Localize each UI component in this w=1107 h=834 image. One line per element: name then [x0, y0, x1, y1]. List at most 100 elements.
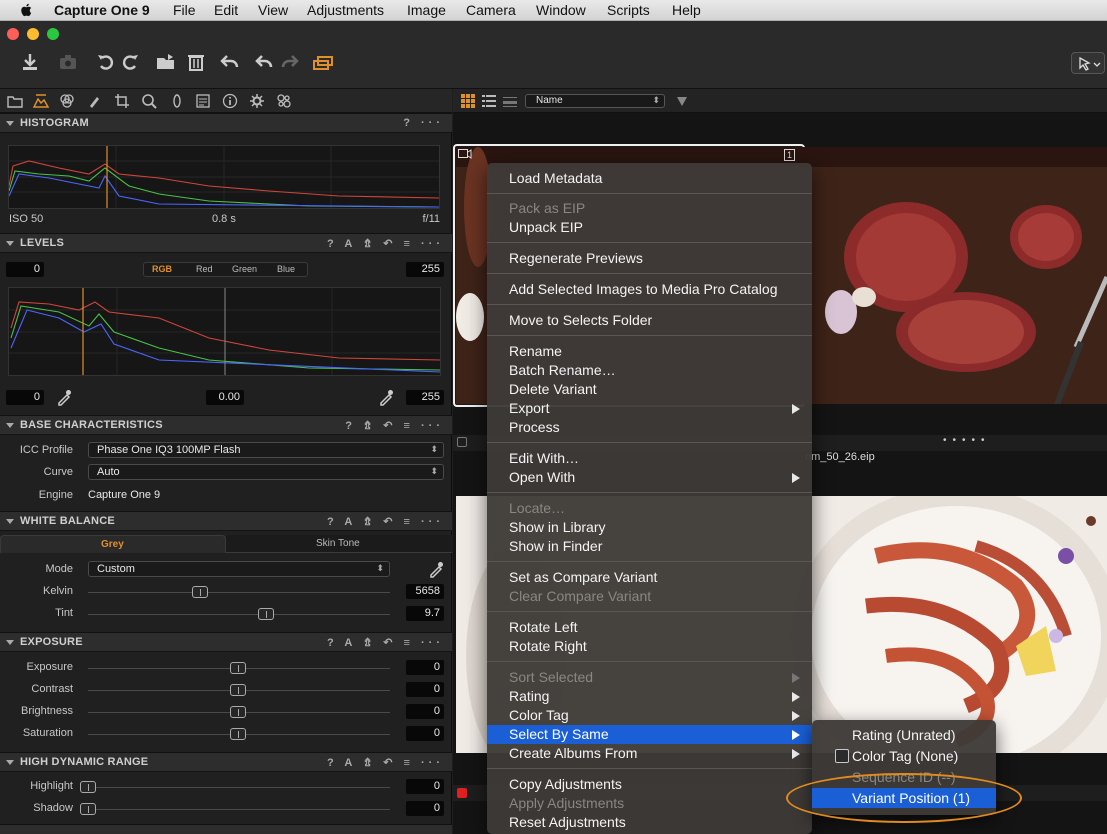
menu-item-export[interactable]: Export — [487, 399, 812, 418]
channel-red[interactable]: Red — [196, 264, 213, 274]
wb-mode-select[interactable]: Custom ⬍ — [88, 561, 390, 577]
grid-view-icon[interactable] — [461, 94, 475, 108]
tint-slider-knob[interactable] — [258, 608, 275, 620]
collapse-triangle-icon[interactable] — [6, 519, 14, 524]
levels-channel-selector[interactable]: RGB Red Green Blue — [143, 262, 308, 277]
shadow-slider[interactable] — [80, 803, 390, 815]
menu-adjustments[interactable]: Adjustments — [307, 2, 384, 18]
move-to-folder-icon[interactable] — [155, 52, 177, 72]
menu-item-color-tag[interactable]: Color Tag — [487, 706, 812, 725]
levels-graph[interactable] — [8, 287, 441, 376]
collapse-triangle-icon[interactable] — [6, 241, 14, 246]
menu-item-move-to-selects[interactable]: Move to Selects Folder — [487, 311, 812, 330]
exposure-tool-icons[interactable]: ? A ⇯ ↶ ≡ ··· — [327, 636, 444, 649]
hdr-header[interactable]: HIGH DYNAMIC RANGE ? A ⇯ ↶ ≡ ··· — [0, 752, 452, 772]
tint-slider[interactable] — [88, 608, 390, 620]
import-icon[interactable] — [19, 52, 41, 72]
saturation-slider[interactable] — [88, 728, 390, 740]
menu-item-create-albums[interactable]: Create Albums From — [487, 744, 812, 763]
metadata-tab-icon[interactable] — [195, 93, 211, 109]
tab-skin-tone[interactable]: Skin Tone — [226, 535, 452, 553]
menu-item-show-in-library[interactable]: Show in Library — [487, 518, 812, 537]
contrast-slider-knob[interactable] — [230, 684, 246, 696]
menu-file[interactable]: File — [173, 2, 196, 18]
menu-item-set-compare[interactable]: Set as Compare Variant — [487, 568, 812, 587]
filmstrip-view-icon[interactable] — [503, 94, 517, 108]
exposure-value[interactable]: 0 — [406, 660, 444, 675]
collapse-triangle-icon[interactable] — [6, 423, 14, 428]
rotate-left-icon[interactable] — [95, 52, 117, 72]
levels-output-low[interactable]: 0 — [6, 390, 44, 405]
select-checkbox[interactable] — [457, 437, 467, 447]
list-view-icon[interactable] — [482, 94, 496, 108]
menu-item-select-by-same[interactable]: Select By Same — [487, 725, 812, 744]
levels-input-high[interactable]: 255 — [406, 262, 444, 277]
color-tag-red[interactable] — [457, 788, 467, 798]
menu-app-name[interactable]: Capture One 9 — [54, 2, 150, 18]
menu-item-add-to-media-pro[interactable]: Add Selected Images to Media Pro Catalog — [487, 280, 812, 299]
saturation-value[interactable]: 0 — [406, 726, 444, 741]
menu-item-rotate-right[interactable]: Rotate Right — [487, 637, 812, 656]
kelvin-slider-knob[interactable] — [191, 586, 208, 598]
apple-icon[interactable] — [20, 3, 32, 17]
zoom-window-button[interactable] — [47, 28, 59, 40]
brightness-slider[interactable] — [88, 706, 390, 718]
library-tab-icon[interactable] — [7, 93, 23, 109]
copy-apply-icon[interactable] — [312, 52, 334, 72]
base-characteristics-header[interactable]: BASE CHARACTERISTICS ? ⇯ ↶ ≡ ··· — [0, 415, 452, 435]
brightness-slider-knob[interactable] — [230, 706, 246, 718]
submenu-item-rating[interactable]: Rating (Unrated) — [812, 725, 996, 745]
menu-item-copy-adjustments[interactable]: Copy Adjustments — [487, 775, 812, 794]
menu-image[interactable]: Image — [407, 2, 446, 18]
brightness-value[interactable]: 0 — [406, 704, 444, 719]
exposure-header[interactable]: EXPOSURE ? A ⇯ ↶ ≡ ··· — [0, 632, 452, 652]
rating-dots[interactable]: ••••• — [943, 435, 991, 446]
highlight-slider-knob[interactable] — [80, 781, 96, 793]
channel-green[interactable]: Green — [232, 264, 257, 274]
minimize-window-button[interactable] — [27, 28, 39, 40]
local-adjust-tab-icon[interactable] — [87, 93, 103, 109]
capture-tab-icon[interactable] — [32, 93, 50, 109]
levels-output-high[interactable]: 255 — [406, 390, 444, 405]
menu-item-regenerate-previews[interactable]: Regenerate Previews — [487, 249, 812, 268]
menu-item-open-with[interactable]: Open With — [487, 468, 812, 487]
collapse-triangle-icon[interactable] — [6, 121, 14, 126]
menu-view[interactable]: View — [258, 2, 288, 18]
undo-icon[interactable] — [253, 52, 275, 72]
menu-item-rotate-left[interactable]: Rotate Left — [487, 618, 812, 637]
collapse-triangle-icon[interactable] — [6, 640, 14, 645]
menu-help[interactable]: Help — [672, 2, 701, 18]
exposure-slider-knob[interactable] — [230, 662, 246, 674]
base-tool-icons[interactable]: ? ⇯ ↶ ≡ ··· — [345, 419, 444, 432]
menu-camera[interactable]: Camera — [466, 2, 516, 18]
submenu-item-color-tag[interactable]: Color Tag (None) — [812, 746, 996, 766]
rotate-right-icon[interactable] — [119, 52, 141, 72]
white-balance-tool-icons[interactable]: ? A ⇯ ↶ ≡ ··· — [327, 515, 444, 528]
sort-select[interactable]: Name ⬍ — [525, 94, 665, 108]
levels-header[interactable]: LEVELS ? A ⇯ ↶ ≡ ··· — [0, 233, 452, 253]
white-balance-header[interactable]: WHITE BALANCE ? A ⇯ ↶ ≡ ··· — [0, 511, 452, 531]
menu-item-rating[interactable]: Rating — [487, 687, 812, 706]
menu-item-rename[interactable]: Rename — [487, 342, 812, 361]
color-tab-icon[interactable] — [59, 93, 75, 109]
highlight-value[interactable]: 0 — [406, 779, 444, 794]
exposure-slider[interactable] — [88, 662, 390, 674]
close-window-button[interactable] — [7, 28, 19, 40]
tint-value[interactable]: 9.7 — [406, 606, 444, 621]
channel-blue[interactable]: Blue — [277, 264, 295, 274]
lens-crop-tab-icon[interactable] — [114, 93, 130, 109]
tab-grey[interactable]: Grey — [0, 535, 226, 553]
collapse-triangle-icon[interactable] — [6, 760, 14, 765]
lens-tab-icon[interactable] — [169, 93, 185, 109]
next-tool-header[interactable] — [0, 824, 452, 834]
details-tab-icon[interactable] — [141, 93, 157, 109]
menu-item-unpack-eip[interactable]: Unpack EIP — [487, 218, 812, 237]
contrast-value[interactable]: 0 — [406, 682, 444, 697]
levels-input-low[interactable]: 0 — [6, 262, 44, 277]
menu-item-edit-with[interactable]: Edit With… — [487, 449, 812, 468]
menu-edit[interactable]: Edit — [214, 2, 238, 18]
black-eyedropper-icon[interactable] — [56, 388, 72, 406]
info-tab-icon[interactable] — [222, 93, 238, 109]
menu-scripts[interactable]: Scripts — [607, 2, 650, 18]
shadow-slider-knob[interactable] — [80, 803, 96, 815]
